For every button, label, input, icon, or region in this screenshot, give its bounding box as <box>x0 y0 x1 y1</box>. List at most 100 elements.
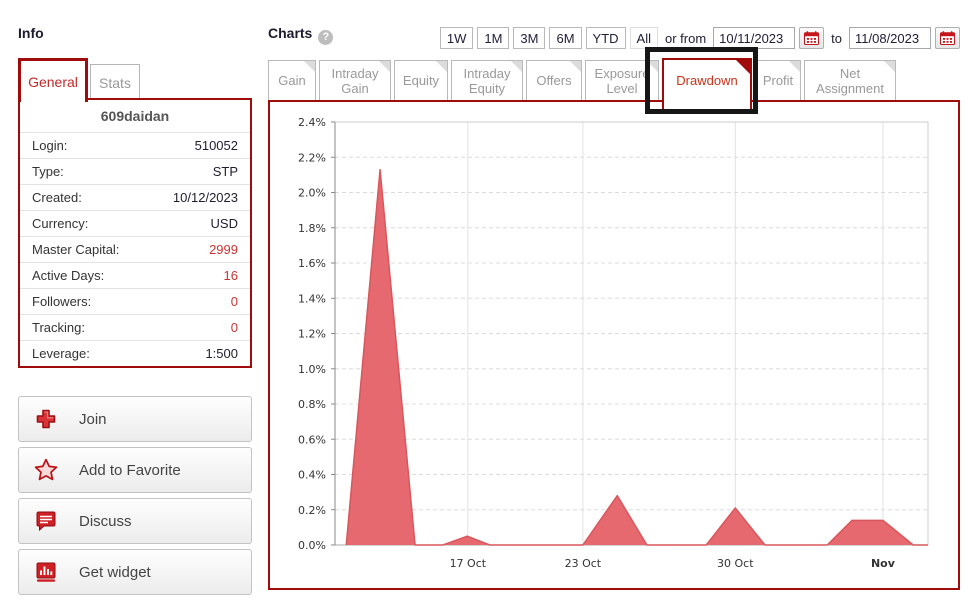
join-button[interactable]: Join <box>18 396 252 442</box>
info-row: Created: 10/12/2023 <box>20 184 250 210</box>
svg-text:23 Oct: 23 Oct <box>565 557 602 570</box>
add-to-favorite-button[interactable]: Add to Favorite <box>18 447 252 493</box>
info-row-label: Followers: <box>32 294 91 309</box>
range-button-all[interactable]: All <box>630 27 658 49</box>
tab-general-label: General <box>28 74 78 90</box>
charts-section-title: Charts? <box>268 25 333 45</box>
range-button-1w[interactable]: 1W <box>440 27 474 49</box>
tab-fold-corner-icon <box>379 61 390 72</box>
chart-tab-exposure-level[interactable]: Exposure Level <box>585 60 659 100</box>
info-row-value: 10/12/2023 <box>173 190 238 205</box>
svg-text:0.6%: 0.6% <box>298 433 326 446</box>
range-button-ytd[interactable]: YTD <box>586 27 626 49</box>
chart-tab-equity[interactable]: Equity <box>394 60 448 100</box>
chart-tab-label: Equity <box>400 73 442 88</box>
tab-stats-label: Stats <box>99 75 131 91</box>
svg-text:2.0%: 2.0% <box>298 187 326 200</box>
chart-tab-gain[interactable]: Gain <box>268 60 316 100</box>
svg-text:2.4%: 2.4% <box>298 116 326 129</box>
info-row: Login: 510052 <box>20 132 250 158</box>
chart-tab-net-assignment[interactable]: Net Assignment <box>804 60 896 100</box>
info-row-value: 510052 <box>195 138 238 153</box>
info-row-value: 1:500 <box>205 346 238 361</box>
info-row: Leverage:1:500 <box>20 340 250 366</box>
chart-tab-offers[interactable]: Offers <box>526 60 582 100</box>
info-row-value: USD <box>211 216 238 231</box>
to-calendar-button[interactable] <box>935 27 960 49</box>
tab-fold-corner-icon <box>570 61 581 72</box>
info-row-label: Master Capital: <box>32 242 119 257</box>
range-button-3m[interactable]: 3M <box>513 27 545 49</box>
info-row: Type: STP <box>20 158 250 184</box>
action-buttons: Join Add to Favorite Discuss Get widget <box>18 396 252 600</box>
svg-text:1.0%: 1.0% <box>298 363 326 376</box>
info-row: Master Capital: 2999 <box>20 236 250 262</box>
tab-stats[interactable]: Stats <box>90 64 140 100</box>
chart-tab-label: Net Assignment <box>805 66 895 96</box>
svg-text:1.8%: 1.8% <box>298 222 326 235</box>
info-row-value: 2999 <box>209 242 238 257</box>
calendar-icon <box>940 31 955 45</box>
chart-container: 0.0%0.2%0.4%0.6%0.8%1.0%1.2%1.4%1.6%1.8%… <box>268 100 960 590</box>
range-button-6m[interactable]: 6M <box>549 27 581 49</box>
calendar-icon <box>804 31 819 45</box>
from-date-input[interactable] <box>713 27 795 49</box>
chart-tab-intraday-gain[interactable]: Intraday Gain <box>319 60 391 100</box>
get-widget-button[interactable]: Get widget <box>18 549 252 595</box>
star-icon <box>33 457 59 483</box>
info-row-label: Currency: <box>32 216 88 231</box>
tab-fold-corner-icon <box>436 61 447 72</box>
chart-tab-label: Gain <box>275 73 308 88</box>
chart-tab-label: Profit <box>760 73 796 88</box>
action-button-label: Join <box>79 411 107 428</box>
from-calendar-button[interactable] <box>799 27 824 49</box>
chart-tabs: Gain Intraday Gain Equity Intraday Equity Of… <box>268 58 896 100</box>
info-row-label: Tracking: <box>32 320 85 335</box>
action-button-label: Discuss <box>79 513 132 530</box>
svg-text:0.0%: 0.0% <box>298 539 326 552</box>
info-section-title: Info <box>18 25 44 41</box>
info-row-label: Login: <box>32 138 67 153</box>
info-row: Tracking: 0 <box>20 314 250 340</box>
chart-tab-intraday-equity[interactable]: Intraday Equity <box>451 60 523 100</box>
chart-tab-drawdown[interactable]: Drawdown <box>662 58 752 112</box>
info-panel: 609daidan Login: 510052 Type: STP Created: 10… <box>18 98 252 368</box>
discuss-button[interactable]: Discuss <box>18 498 252 544</box>
range-buttons: 1W1M3M6MYTDAll <box>440 27 658 49</box>
info-row-label: Type: <box>32 164 64 179</box>
discuss-icon <box>33 508 59 534</box>
charts-title-label: Charts <box>268 25 312 41</box>
help-icon[interactable]: ? <box>318 30 333 45</box>
info-row-value: STP <box>213 164 238 179</box>
svg-text:2.2%: 2.2% <box>298 151 326 164</box>
action-button-label: Get widget <box>79 564 151 581</box>
tab-fold-corner-icon <box>884 61 895 72</box>
drawdown-chart: 0.0%0.2%0.4%0.6%0.8%1.0%1.2%1.4%1.6%1.8%… <box>270 102 958 588</box>
range-button-1m[interactable]: 1M <box>477 27 509 49</box>
svg-text:0.2%: 0.2% <box>298 504 326 517</box>
svg-text:1.6%: 1.6% <box>298 257 326 270</box>
plus-icon <box>33 406 59 432</box>
tab-fold-corner-icon <box>789 61 800 72</box>
svg-text:30 Oct: 30 Oct <box>717 557 754 570</box>
svg-text:0.8%: 0.8% <box>298 398 326 411</box>
chart-tab-label: Drawdown <box>673 73 740 88</box>
info-row-label: Created: <box>32 190 82 205</box>
account-name: 609daidan <box>20 100 250 132</box>
tab-fold-corner-icon <box>736 60 750 74</box>
svg-text:Nov: Nov <box>871 557 896 570</box>
tab-fold-corner-icon <box>647 61 658 72</box>
chart-tab-label: Offers <box>533 73 574 88</box>
info-row: Followers:0 <box>20 288 250 314</box>
info-row-value: 0 <box>231 320 238 335</box>
action-button-label: Add to Favorite <box>79 462 181 479</box>
info-row-label: Active Days: <box>32 268 104 283</box>
date-range-bar: 1W1M3M6MYTDAll or from to <box>440 27 960 49</box>
to-label: to <box>828 31 845 46</box>
tab-fold-corner-icon <box>304 61 315 72</box>
chart-tab-profit[interactable]: Profit <box>755 60 801 100</box>
to-date-input[interactable] <box>849 27 931 49</box>
tab-general[interactable]: General <box>18 58 88 102</box>
svg-text:0.4%: 0.4% <box>298 469 326 482</box>
info-row: Active Days:16 <box>20 262 250 288</box>
